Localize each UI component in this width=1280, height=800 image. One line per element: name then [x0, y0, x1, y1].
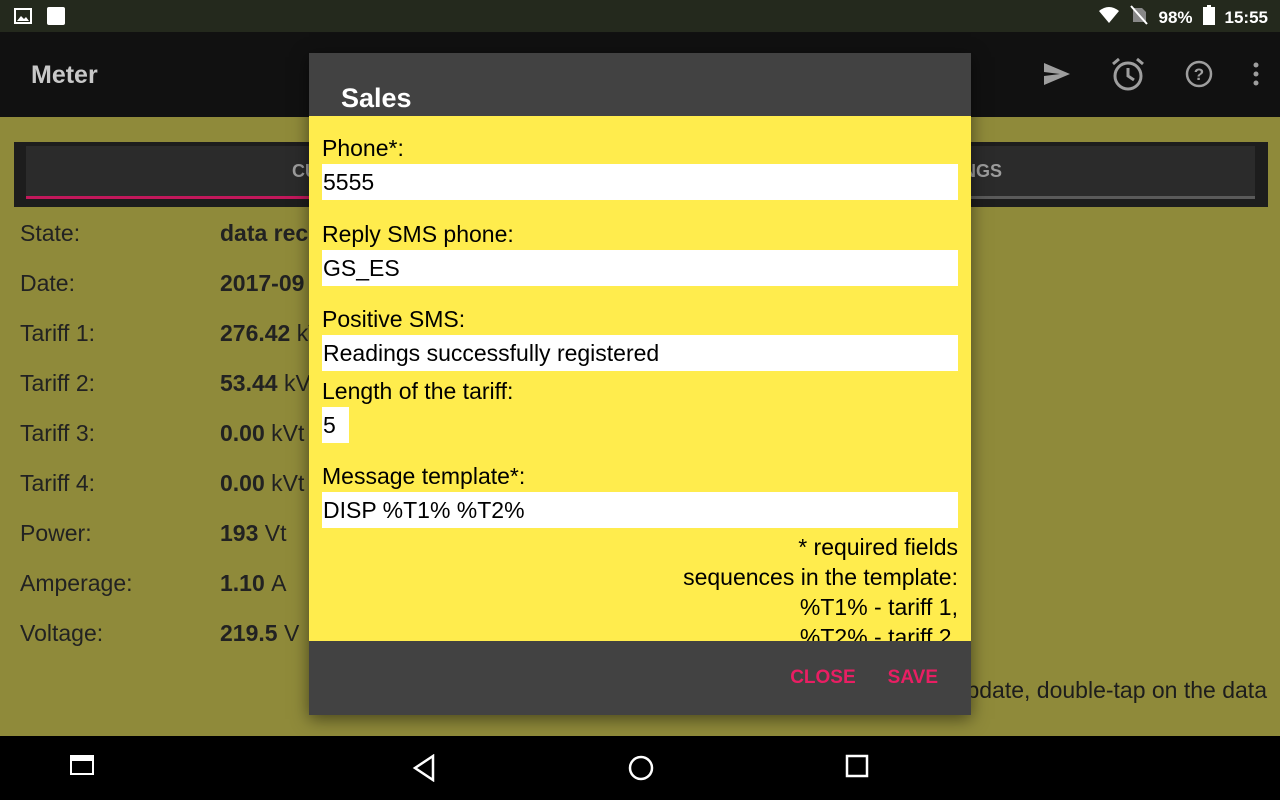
- value-number: 2017-09: [220, 270, 305, 296]
- app-title: Meter: [31, 61, 98, 89]
- value-number: 219.5: [220, 620, 278, 646]
- value-unit: Vt: [264, 520, 287, 546]
- positive-sms-label: Positive SMS:: [322, 306, 466, 332]
- template-t1-note: %T1% - tariff 1,: [799, 594, 958, 620]
- value-number: 276.42: [220, 320, 291, 346]
- wifi-icon: [1098, 6, 1120, 29]
- reading-label: Date:: [20, 270, 75, 296]
- image-icon: [14, 8, 32, 29]
- reading-label: Power:: [20, 520, 92, 546]
- more-vert-icon[interactable]: [1252, 61, 1260, 92]
- reading-value: 2017-09: [220, 270, 304, 297]
- reading-label: Tariff 4:: [20, 470, 95, 496]
- nav-bar: [0, 736, 1280, 800]
- close-button[interactable]: CLOSE: [790, 667, 855, 689]
- value-number: 0.00: [220, 420, 265, 446]
- phone-label: Phone*:: [322, 135, 404, 161]
- value-unit: A: [271, 570, 287, 596]
- message-template-field[interactable]: DISP %T1% %T2%: [322, 492, 958, 528]
- template-sequences-note: sequences in the template:: [683, 564, 958, 590]
- battery-percent: 98%: [1158, 7, 1193, 27]
- reading-value: 53.44 kVt: [220, 370, 317, 397]
- reading-label: State:: [20, 220, 81, 246]
- reading-value: 193 Vt: [220, 520, 287, 547]
- tariff-length-field[interactable]: 5: [322, 407, 349, 443]
- reading-label: Tariff 1:: [20, 320, 95, 346]
- reading-label: Voltage:: [20, 620, 104, 646]
- value-number: 193: [220, 520, 259, 546]
- reading-label: Tariff 2:: [20, 370, 95, 396]
- value-unit: kVt: [271, 420, 305, 446]
- clock: 15:55: [1224, 7, 1268, 27]
- reply-sms-phone-field[interactable]: GS_ES: [322, 250, 958, 286]
- recents-window-icon[interactable]: [70, 754, 94, 781]
- help-icon[interactable]: ?: [1184, 59, 1214, 94]
- back-icon[interactable]: [412, 753, 436, 787]
- send-icon[interactable]: [1042, 61, 1072, 92]
- reading-label: Amperage:: [20, 570, 133, 596]
- square-notification-icon: [46, 6, 66, 31]
- value-unit: V: [283, 620, 300, 646]
- tariff-length-label: Length of the tariff:: [322, 378, 514, 404]
- reading-value: 0.00 kVt: [220, 420, 304, 447]
- reading-value: 1.10 A: [220, 570, 287, 597]
- template-t2-note: %T2% - tariff 2,: [799, 624, 958, 641]
- dialog-title: Sales: [341, 83, 412, 113]
- home-icon[interactable]: [627, 754, 655, 787]
- sales-dialog: Sales Phone*: 5555 Reply SMS phone: GS_E…: [309, 53, 971, 715]
- required-note: * required fields: [798, 534, 958, 560]
- svg-text:?: ?: [1194, 65, 1204, 84]
- reading-value: 219.5 V: [220, 620, 299, 647]
- positive-sms-field[interactable]: Readings successfully registered: [322, 335, 958, 371]
- battery-icon: [1202, 5, 1215, 30]
- alarm-icon[interactable]: [1110, 56, 1146, 97]
- no-sim-icon: [1130, 5, 1149, 30]
- reading-value: 0.00 kVt: [220, 470, 304, 497]
- value-unit: kVt: [271, 470, 305, 496]
- overview-icon[interactable]: [845, 754, 869, 783]
- message-template-label: Message template*:: [322, 463, 526, 489]
- dialog-body: Phone*: 5555 Reply SMS phone: GS_ES Posi…: [309, 116, 971, 641]
- value-number: 1.10: [220, 570, 265, 596]
- value-number: 0.00: [220, 470, 265, 496]
- phone-field[interactable]: 5555: [322, 164, 958, 200]
- status-bar: 98% 15:55: [0, 0, 1280, 32]
- value-number: 53.44: [220, 370, 278, 396]
- reading-label: Tariff 3:: [20, 420, 95, 446]
- save-button[interactable]: SAVE: [888, 667, 938, 689]
- reply-sms-phone-label: Reply SMS phone:: [322, 221, 514, 247]
